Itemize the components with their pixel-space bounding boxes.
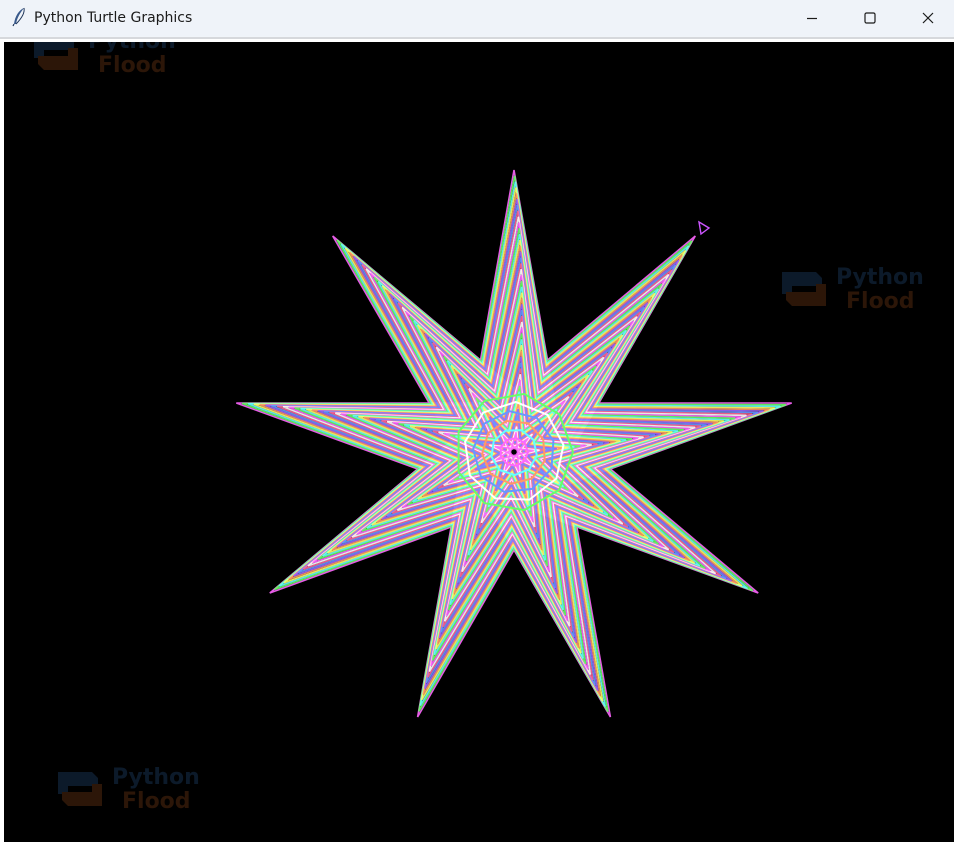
window-title: Python Turtle Graphics xyxy=(34,10,193,26)
maximize-button[interactable] xyxy=(841,0,899,36)
python-flood-logo-icon xyxy=(782,272,826,306)
watermark-line1: Python xyxy=(112,765,200,790)
title-bar[interactable]: Python Turtle Graphics xyxy=(0,0,954,36)
turtle-window: Python Turtle Graphics Pyth xyxy=(0,0,954,842)
watermark-logo: Python Flood xyxy=(776,264,936,320)
close-button[interactable] xyxy=(899,0,954,36)
watermark-logo: Python Flood xyxy=(52,764,212,820)
python-flood-logo-icon xyxy=(58,772,102,806)
watermark-logo: Python Flood xyxy=(28,42,188,84)
minimize-button[interactable] xyxy=(783,0,841,36)
watermark-line1: Python xyxy=(836,265,924,290)
star-drawing xyxy=(236,169,792,718)
feather-icon xyxy=(12,7,25,27)
watermark-line2: Flood xyxy=(98,53,167,78)
python-flood-logo-icon xyxy=(34,42,78,70)
turtle-canvas[interactable]: Python Flood Python Flood Python Flood xyxy=(4,42,954,842)
maximize-icon xyxy=(864,12,876,24)
close-icon xyxy=(922,12,934,24)
watermark-line2: Flood xyxy=(122,789,191,814)
watermark-line2: Flood xyxy=(846,289,915,314)
minimize-icon xyxy=(807,17,817,20)
turtle-cursor-icon xyxy=(698,220,711,236)
